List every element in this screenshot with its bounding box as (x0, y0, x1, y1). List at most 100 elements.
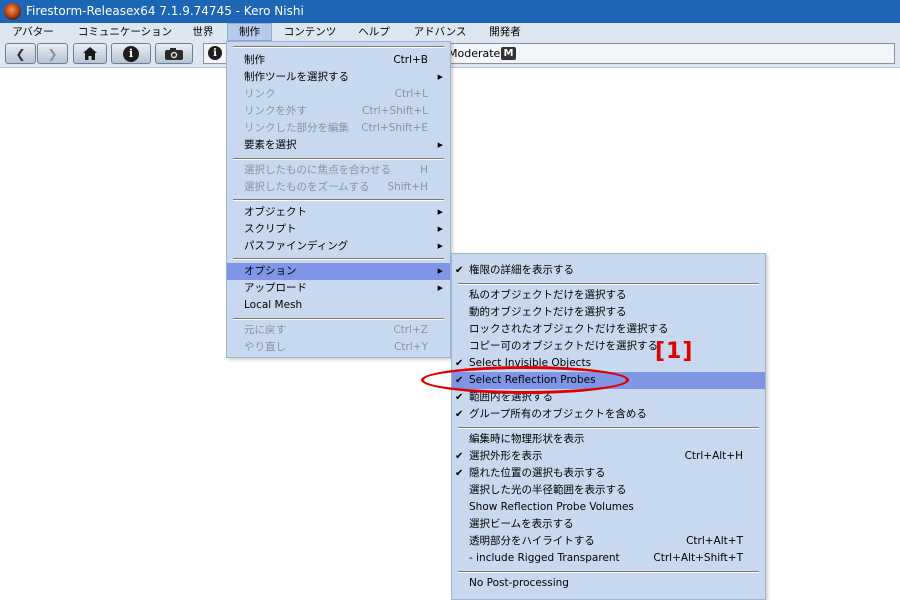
menu-world[interactable]: 世界 (186, 23, 220, 41)
submenu-arrow-icon: ▶ (437, 208, 443, 216)
menu-item-label: スクリプト (244, 223, 297, 235)
submenu-item-select-movable-only[interactable]: 動的オブジェクトだけを選択する (452, 304, 765, 321)
submenu-arrow-icon: ▶ (437, 242, 443, 250)
menu-item-build[interactable]: 制作 Ctrl+B (227, 52, 450, 69)
maturity-badge-icon: M (501, 47, 516, 60)
submenu-item-show-selection-outline[interactable]: ✔ 選択外形を表示 Ctrl+Alt+H (452, 448, 765, 465)
menu-item-shortcut: Ctrl+Shift+E (361, 122, 428, 134)
menu-item-edit-linked-parts[interactable]: リンクした部分を編集 Ctrl+Shift+E (227, 120, 450, 137)
submenu-arrow-icon: ▶ (437, 284, 443, 292)
menu-separator (233, 158, 444, 160)
menu-item-shortcut: Ctrl+L (394, 88, 428, 100)
forward-arrow-icon: ❯ (47, 46, 58, 61)
menu-item-shortcut: Ctrl+Alt+T (686, 535, 743, 547)
menu-item-label: 選択した光の半径範囲を表示する (469, 484, 627, 496)
menu-item-shortcut: Ctrl+Z (393, 324, 428, 336)
snapshot-button[interactable] (155, 43, 193, 64)
menu-item-label: Show Reflection Probe Volumes (469, 501, 634, 513)
menu-separator (458, 283, 759, 285)
annotation-ellipse (421, 366, 629, 394)
checkmark-icon: ✔ (455, 468, 464, 479)
menu-build[interactable]: 制作 (227, 23, 272, 41)
back-button[interactable]: ❮ (5, 43, 36, 64)
menu-item-upload[interactable]: アップロード ▶ (227, 280, 450, 297)
menu-item-label: 制作ツールを選択する (244, 71, 349, 83)
menu-item-label: Local Mesh (244, 299, 303, 311)
menu-item-shortcut: Ctrl+Alt+H (684, 450, 743, 462)
menu-item-label: 元に戻す (244, 324, 286, 336)
submenu-arrow-icon: ▶ (437, 267, 443, 275)
submenu-item-no-post-processing[interactable]: No Post-processing (452, 575, 765, 592)
menu-separator (233, 199, 444, 201)
home-icon (83, 47, 97, 60)
info-button[interactable]: i (111, 43, 151, 64)
menu-item-label: リンク (244, 88, 276, 100)
menu-item-scripts[interactable]: スクリプト ▶ (227, 221, 450, 238)
checkmark-icon: ✔ (455, 392, 464, 403)
submenu-item-highlight-transparent[interactable]: 透明部分をハイライトする Ctrl+Alt+T (452, 533, 765, 550)
menu-developer[interactable]: 開発者 (482, 23, 528, 41)
submenu-item-show-selection-beam[interactable]: 選択ビームを表示する (452, 516, 765, 533)
submenu-arrow-icon: ▶ (437, 73, 443, 81)
menu-item-redo[interactable]: やり直し Ctrl+Y (227, 339, 450, 356)
menu-content[interactable]: コンテンツ (278, 23, 342, 41)
submenu-item-select-own-only[interactable]: 私のオブジェクトだけを選択する (452, 287, 765, 304)
menu-item-select-elements[interactable]: 要素を選択 ▶ (227, 137, 450, 154)
menu-communication[interactable]: コミュニケーション (70, 23, 180, 41)
submenu-item-show-light-radius[interactable]: 選択した光の半径範囲を表示する (452, 482, 765, 499)
menu-item-focus-selection[interactable]: 選択したものに焦点を合わせる H (227, 162, 450, 179)
back-arrow-icon: ❮ (15, 46, 26, 61)
menu-item-object[interactable]: オブジェクト ▶ (227, 204, 450, 221)
menu-item-pathfinding[interactable]: パスファインディング ▶ (227, 238, 450, 255)
camera-icon (165, 47, 183, 60)
submenu-item-include-group-owned[interactable]: ✔ グループ所有のオブジェクトを含める (452, 406, 765, 423)
submenu-item-select-locked-only[interactable]: ロックされたオブジェクトだけを選択する (452, 321, 765, 338)
menu-item-shortcut: Ctrl+Shift+L (362, 105, 428, 117)
maturity-rating: Moderate (448, 47, 501, 60)
menu-separator (233, 258, 444, 260)
menu-item-unlink[interactable]: リンクを外す Ctrl+Shift+L (227, 103, 450, 120)
menu-item-local-mesh[interactable]: Local Mesh (227, 297, 450, 314)
menu-item-shortcut: Ctrl+B (393, 54, 428, 66)
submenu-item-show-permissions[interactable]: ✔ 権限の詳細を表示する (452, 262, 765, 279)
location-info-icon[interactable]: i (208, 46, 222, 60)
menu-item-label: 選択したものをズームする (244, 181, 370, 193)
menu-bar: アバター コミュニケーション 世界 制作 コンテンツ ヘルプ アドバンス 開発者 (0, 23, 900, 42)
menu-item-link[interactable]: リンク Ctrl+L (227, 86, 450, 103)
menu-advanced[interactable]: アドバンス (406, 23, 474, 41)
menu-separator (458, 427, 759, 429)
menu-separator (233, 318, 444, 320)
menu-item-label: リンクを外す (244, 105, 307, 117)
forward-button[interactable]: ❯ (37, 43, 68, 64)
menu-help[interactable]: ヘルプ (351, 23, 397, 41)
menu-item-label: 選択ビームを表示する (469, 518, 574, 530)
menu-item-zoom-selection[interactable]: 選択したものをズームする Shift+H (227, 179, 450, 196)
menu-item-label: ロックされたオブジェクトだけを選択する (469, 323, 669, 335)
submenu-item-show-reflection-probe-volumes[interactable]: Show Reflection Probe Volumes (452, 499, 765, 516)
home-button[interactable] (73, 43, 107, 64)
build-menu-dropdown: 制作 Ctrl+B 制作ツールを選択する ▶ リンク Ctrl+L リンクを外す… (226, 41, 451, 358)
menu-item-label: グループ所有のオブジェクトを含める (469, 408, 647, 420)
menu-item-label: 選択したものに焦点を合わせる (244, 164, 391, 176)
menu-item-label: コピー可のオブジェクトだけを選択する (469, 340, 658, 352)
menu-item-undo[interactable]: 元に戻す Ctrl+Z (227, 322, 450, 339)
menu-avatar[interactable]: アバター (6, 23, 60, 41)
submenu-item-show-physics-shape[interactable]: 編集時に物理形状を表示 (452, 431, 765, 448)
menu-item-select-build-tool[interactable]: 制作ツールを選択する ▶ (227, 69, 450, 86)
checkmark-icon: ✔ (455, 451, 464, 462)
window-title: Firestorm-Releasex64 7.1.9.74745 - Kero … (26, 4, 304, 18)
submenu-item-show-hidden-selection[interactable]: ✔ 隠れた位置の選択も表示する (452, 465, 765, 482)
menu-item-label: - include Rigged Transparent (469, 552, 620, 564)
submenu-item-include-rigged-transparent[interactable]: - include Rigged Transparent Ctrl+Alt+Sh… (452, 550, 765, 567)
submenu-item-select-copyable-only[interactable]: コピー可のオブジェクトだけを選択する (452, 338, 765, 355)
menu-item-options[interactable]: オプション ▶ (227, 263, 450, 280)
menu-item-label: 隠れた位置の選択も表示する (469, 467, 606, 479)
menu-item-label: やり直し (244, 341, 286, 353)
menu-item-shortcut: Shift+H (387, 181, 428, 193)
menu-item-shortcut: Ctrl+Alt+Shift+T (653, 552, 743, 564)
checkmark-icon: ✔ (455, 409, 464, 420)
annotation-label: [1] (655, 339, 694, 364)
menu-item-label: アップロード (244, 282, 307, 294)
menu-separator (233, 46, 444, 48)
title-bar: Firestorm-Releasex64 7.1.9.74745 - Kero … (0, 0, 900, 23)
